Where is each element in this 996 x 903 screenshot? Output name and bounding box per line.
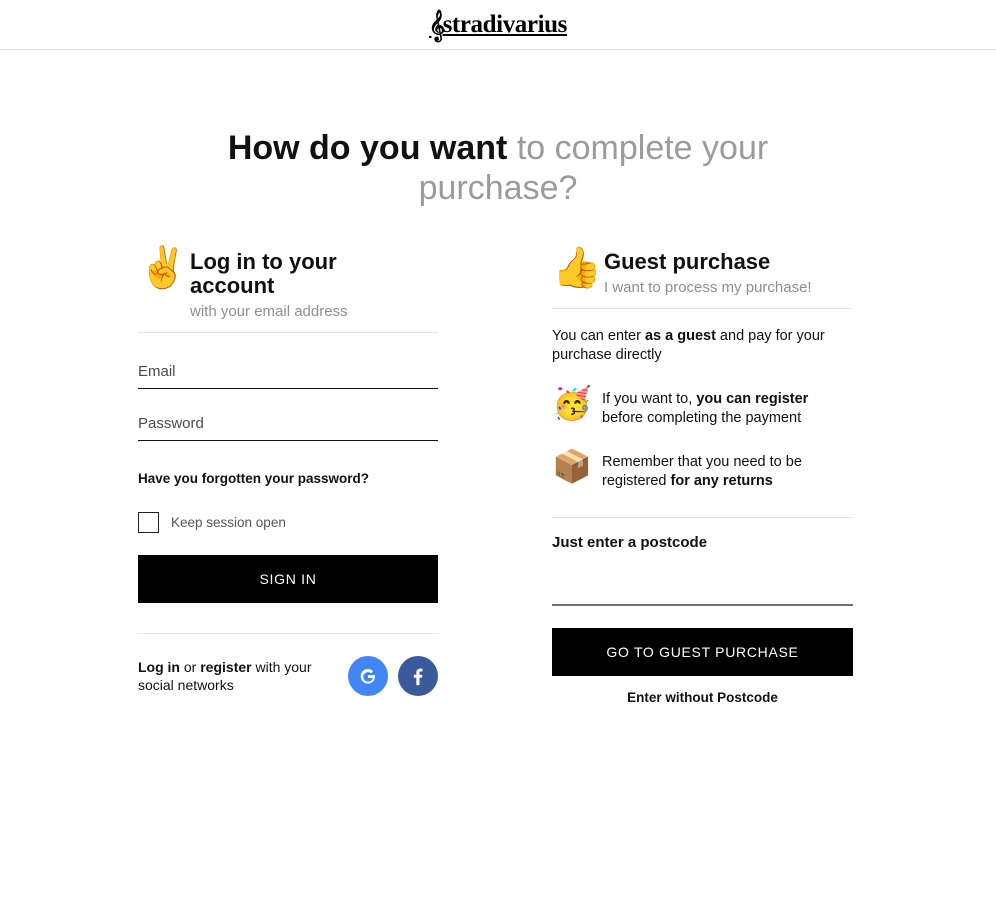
postcode-title: Just enter a postcode: [552, 534, 708, 551]
login-panel: ✌️ Log in to your account with your emai…: [138, 248, 438, 696]
postcode-input[interactable]: [552, 581, 853, 606]
social-divider: [138, 633, 438, 634]
social-login-text-login: Log in: [138, 659, 180, 675]
guest-bullet-register-pre: If you want to,: [602, 391, 697, 407]
guest-header-text: Guest purchase I want to process my purc…: [604, 248, 853, 298]
social-login-text: Log in or register with your social netw…: [138, 658, 318, 694]
login-header: ✌️ Log in to your account with your emai…: [138, 248, 438, 332]
social-login-text-or: or: [180, 659, 201, 675]
thumbs-up-icon: 👍: [552, 245, 602, 291]
sign-in-button[interactable]: SIGN IN: [138, 555, 438, 603]
brand-name: stradivarius: [442, 11, 568, 38]
login-title: Log in to your account: [190, 249, 337, 298]
password-input[interactable]: [138, 415, 438, 441]
guest-bullet-returns: 📦 Remember that you need to be registere…: [552, 447, 853, 491]
victory-hand-icon: ✌️: [138, 245, 188, 291]
partying-face-icon: 🥳: [552, 384, 592, 422]
guest-bullet-returns-text: Remember that you need to be registered …: [602, 450, 853, 491]
postcode-field-wrapper: [552, 581, 853, 606]
guest-title: Guest purchase: [604, 249, 771, 274]
guest-intro-strong: as a guest: [644, 328, 716, 344]
guest-subtitle: I want to process my purchase!: [604, 279, 812, 296]
site-header: 𝄞 stradivarius: [0, 0, 996, 50]
password-field-wrapper: [138, 415, 438, 441]
email-field-wrapper: [138, 363, 438, 389]
package-icon: 📦: [552, 447, 592, 485]
login-form: Have you forgotten your password? Keep s…: [138, 363, 438, 603]
social-login-text-register: register: [200, 659, 252, 675]
google-icon: [360, 668, 376, 684]
login-header-divider: [138, 332, 438, 333]
keep-session-row: Keep session open: [138, 512, 438, 533]
guest-bullet-returns-strong: for any returns: [670, 473, 773, 489]
guest-bullet-register: 🥳 If you want to, you can register befor…: [552, 384, 853, 428]
login-header-text: Log in to your account with your email a…: [190, 248, 438, 322]
enter-without-postcode-link[interactable]: Enter without Postcode: [552, 690, 853, 705]
guest-header-divider: [552, 308, 853, 309]
guest-bullet-register-post: before completing the payment: [602, 410, 802, 426]
keep-session-label: Keep session open: [171, 515, 286, 530]
facebook-login-button[interactable]: [398, 656, 438, 696]
email-input[interactable]: [138, 363, 438, 389]
page-title: How do you want to complete your purchas…: [198, 128, 798, 208]
keep-session-checkbox[interactable]: [138, 512, 159, 533]
login-subtitle: with your email address: [190, 303, 348, 320]
guest-panel: 👍 Guest purchase I want to process my pu…: [552, 248, 853, 705]
guest-intro-text: You can enter as a guest and pay for you…: [552, 327, 853, 365]
facebook-icon: [413, 668, 423, 686]
social-buttons: [348, 656, 438, 696]
forgot-password-link[interactable]: Have you forgotten your password?: [138, 471, 369, 486]
guest-bullet-register-text: If you want to, you can register before …: [602, 387, 853, 428]
brand-logo[interactable]: 𝄞 stradivarius: [429, 10, 568, 41]
treble-clef-icon: 𝄞: [429, 10, 445, 41]
guest-header: 👍 Guest purchase I want to process my pu…: [552, 248, 853, 308]
guest-bullet-register-strong: you can register: [696, 391, 809, 407]
go-to-guest-purchase-button[interactable]: GO TO GUEST PURCHASE: [552, 627, 853, 676]
postcode-divider: [552, 517, 853, 518]
guest-intro-pre: You can enter: [552, 328, 645, 344]
social-login-row: Log in or register with your social netw…: [138, 656, 438, 696]
google-login-button[interactable]: [348, 656, 388, 696]
page-title-strong: How do you want: [227, 129, 508, 167]
